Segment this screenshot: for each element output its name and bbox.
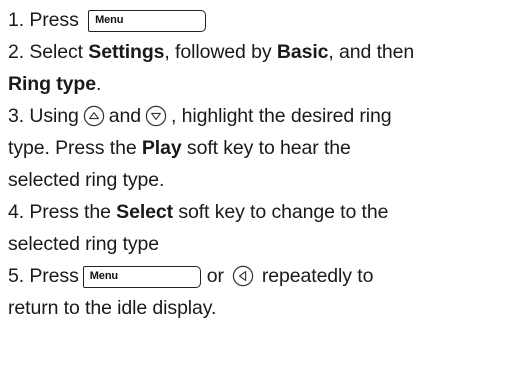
step-3-and: and [108,105,141,127]
step-2-line-1: 2. Select Settings, followed by Basic, a… [8,36,513,68]
down-arrow-key-icon [145,105,167,127]
basic-term: Basic [276,41,329,63]
step-3-text-a: 3. Using [8,105,79,127]
step-5-or: or [206,265,224,287]
step-3-line-1: 3. Using and , highlight the desired ring [8,100,513,132]
step-5-line-1: 5. Press Menu or repeatedly to [8,260,513,292]
step-3-line-2: type. Press the Play soft key to hear th… [8,132,513,164]
menu-softkey-label-2: Menu [89,270,119,282]
step-3-text-c: type. Press the [8,137,142,159]
up-arrow-key-icon [83,105,105,127]
menu-softkey-label: Menu [95,14,124,26]
step-4-text-a: 4. Press the [8,201,117,223]
step-3-text-e: selected ring type. [8,169,165,191]
step-5-line-2: return to the idle display. [8,292,513,324]
settings-term: Settings [88,41,165,63]
step-2-text-b: , followed by [164,41,277,63]
step-4-line-2: selected ring type [8,228,513,260]
step-2-text-a: 2. Select [8,41,89,63]
step-4-text-b: soft key to change to the [173,201,389,223]
step-3-text-b: , highlight the desired ring [171,105,392,127]
instruction-list: 1. Press Menu 2. Select Settings, follow… [8,4,513,324]
play-term: Play [141,137,182,159]
step-5-text-b: repeatedly to [261,265,374,287]
menu-softkey-graphic-2: Menu [82,266,201,288]
step-4-line-1: 4. Press the Select soft key to change t… [8,196,513,228]
step-5-text-c: return to the idle display. [8,297,217,319]
step-4-text-c: selected ring type [8,233,160,255]
step-3-text-d: soft key to hear the [181,137,351,159]
ring-type-term: Ring type [8,73,96,95]
step-2-end: . [95,73,102,95]
menu-softkey-graphic: Menu [88,10,207,32]
step-1-text: 1. Press [8,9,79,31]
step-2-text-c: , and then [328,41,415,63]
step-1: 1. Press Menu [8,4,513,36]
left-arrow-key-icon [232,265,254,287]
step-3-line-3: selected ring type. [8,164,513,196]
step-2-line-2: Ring type. [8,68,513,100]
step-5-text-a: 5. Press [8,265,79,287]
select-term: Select [116,201,174,223]
